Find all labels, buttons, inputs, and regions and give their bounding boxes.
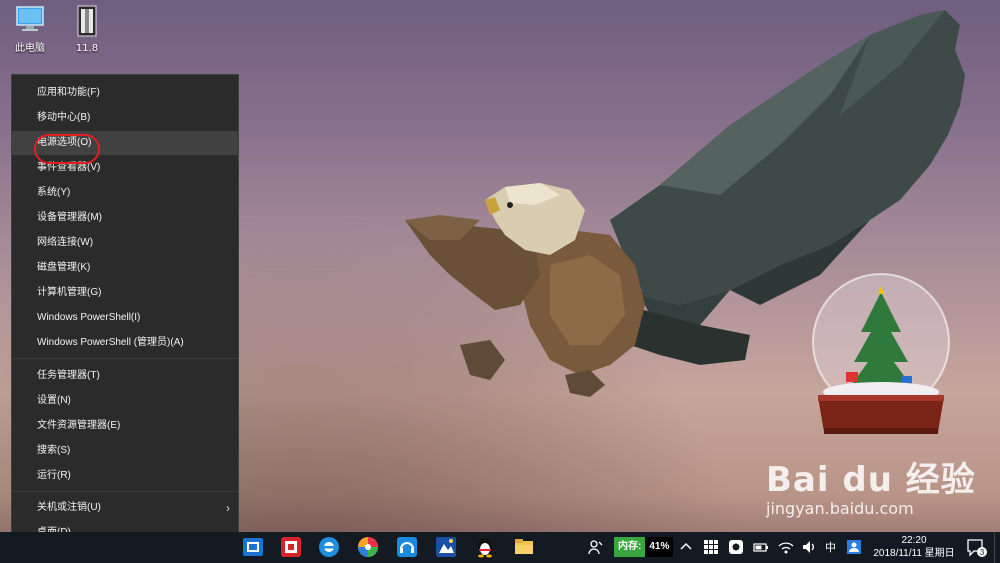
desktop-icon-this-pc[interactable]: 此电脑 (5, 4, 55, 54)
computer-icon (16, 6, 44, 31)
user-badge-icon[interactable] (845, 538, 863, 556)
volume-icon[interactable] (801, 538, 819, 556)
menu-item-device-manager[interactable]: 设备管理器(M) (12, 206, 238, 230)
battery-icon[interactable] (752, 538, 770, 556)
ithome-app-icon[interactable] (280, 536, 302, 558)
file-explorer-icon[interactable] (513, 536, 535, 558)
show-desktop-button[interactable] (994, 532, 1000, 563)
menu-item-mobility-center[interactable]: 移动中心(B) (12, 106, 238, 130)
desktop-icon-folder[interactable]: 11.8 (62, 4, 112, 54)
menu-item-shutdown[interactable]: 关机或注销(U) › (12, 496, 238, 520)
wifi-icon[interactable] (777, 538, 795, 556)
menu-item-shutdown-label: 关机或注销(U) (37, 502, 101, 513)
menu-item-apps-features[interactable]: 应用和功能(F) (12, 81, 238, 105)
menu-item-file-explorer[interactable]: 文件资源管理器(E) (12, 414, 238, 438)
image-tool-app-icon[interactable] (435, 536, 457, 558)
desktop-icon-label: 此电脑 (15, 43, 45, 54)
menu-item-powershell[interactable]: Windows PowerShell(I) (12, 306, 238, 330)
menu-item-disk-management[interactable]: 磁盘管理(K) (12, 256, 238, 280)
clock-time: 22:20 (901, 535, 927, 546)
menu-item-run[interactable]: 运行(R) (12, 464, 238, 488)
snow-globe-widget (812, 273, 950, 434)
notification-count: 3 (980, 548, 985, 557)
input-method-indicator[interactable]: 中 (825, 539, 836, 555)
menu-item-search[interactable]: 搜索(S) (12, 439, 238, 463)
menu-item-task-manager[interactable]: 任务管理器(T) (12, 364, 238, 388)
memory-label: 内存: (614, 537, 646, 557)
watermark-logo-text: Bai du 经验 (766, 460, 976, 500)
menu-separator (12, 358, 238, 359)
chevron-right-icon: › (226, 501, 230, 515)
system-clock[interactable]: 22:20 2018/11/11 星期日 (864, 534, 964, 560)
menu-item-network-connections[interactable]: 网络连接(W) (12, 231, 238, 255)
people-icon[interactable] (587, 538, 605, 556)
memory-value: 41% (645, 537, 674, 557)
menu-separator (12, 491, 238, 492)
edge-browser-icon[interactable] (318, 536, 340, 558)
annotation-highlight-ring (34, 134, 100, 164)
taskbar: 内存: 41% 中 22:20 2018/11/11 星期日 3 (0, 532, 1000, 563)
chevron-up-icon[interactable] (677, 538, 695, 556)
outlook-app-icon[interactable] (242, 536, 264, 558)
clock-date: 2018/11/11 星期日 (873, 548, 955, 559)
tray-app-icon[interactable] (727, 538, 745, 556)
headset-app-icon[interactable] (396, 536, 418, 558)
color-wheel-app-icon[interactable] (357, 536, 379, 558)
menu-item-powershell-admin[interactable]: Windows PowerShell (管理员)(A) (12, 331, 238, 355)
menu-item-system[interactable]: 系统(Y) (12, 181, 238, 205)
baidu-jingyan-watermark: Bai du 经验 jingyan.baidu.com (766, 452, 996, 518)
qq-app-icon[interactable] (474, 536, 496, 558)
memory-usage-widget[interactable]: 内存: 41% (614, 537, 674, 557)
winx-context-menu: 应用和功能(F) 移动中心(B) 电源选项(O) 事件查看器(V) 系统(Y) … (11, 74, 239, 549)
desktop-icon-label: 11.8 (75, 43, 99, 54)
watermark-url: jingyan.baidu.com (766, 499, 914, 518)
grid-app-icon[interactable] (702, 538, 720, 556)
notification-center-icon[interactable]: 3 (966, 538, 988, 558)
archive-icon (77, 5, 97, 37)
menu-item-settings[interactable]: 设置(N) (12, 389, 238, 413)
menu-item-computer-management[interactable]: 计算机管理(G) (12, 281, 238, 305)
